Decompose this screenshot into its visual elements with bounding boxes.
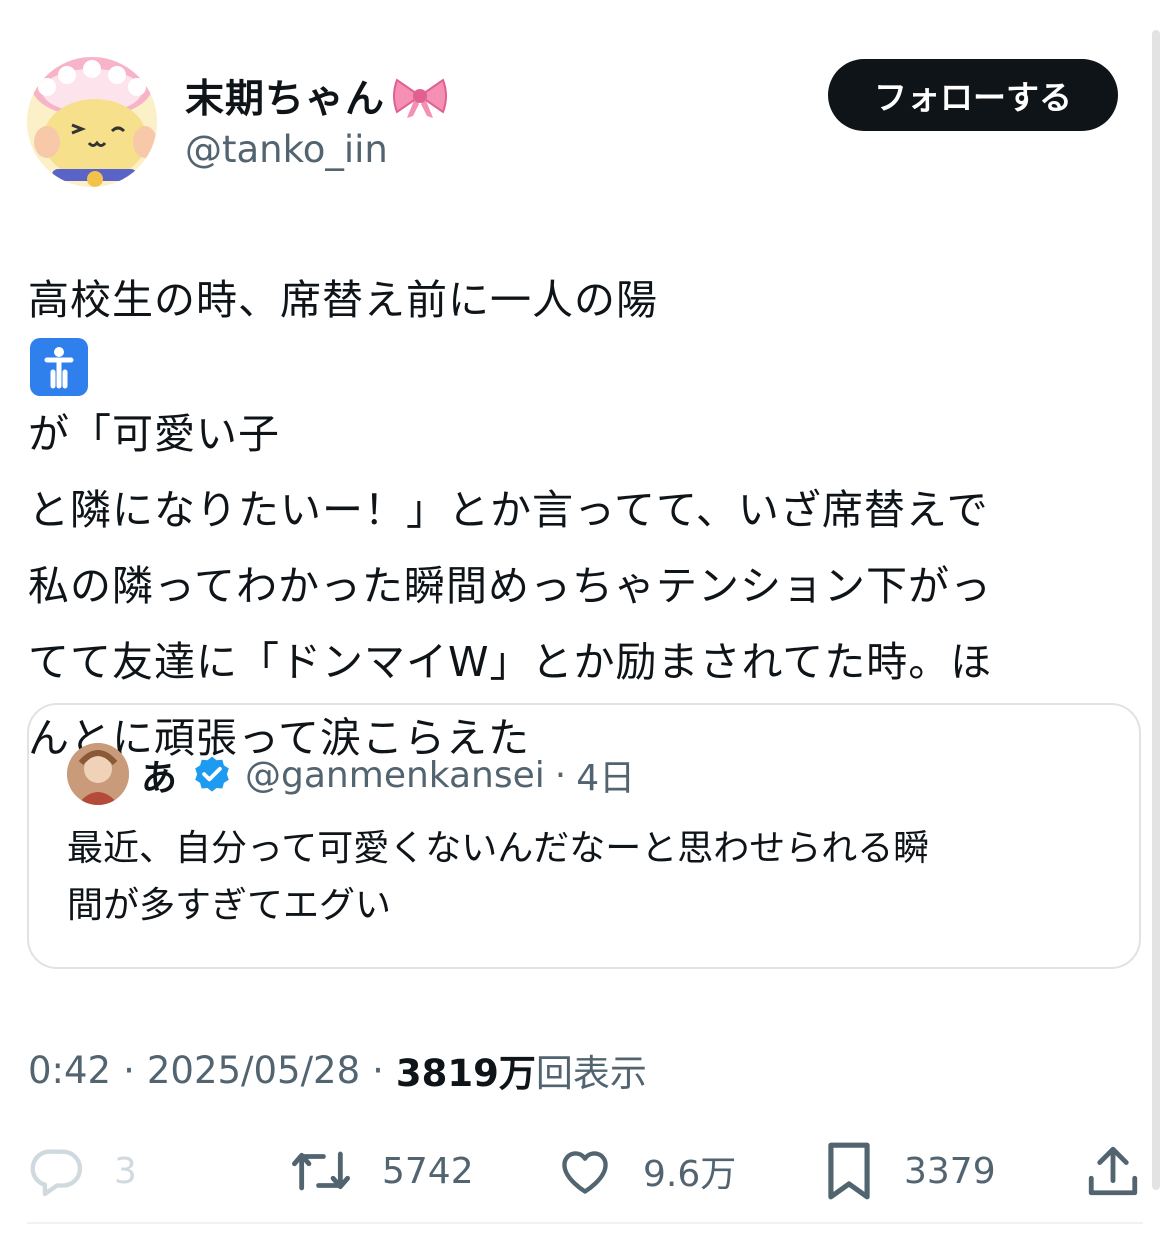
user-handle[interactable]: @tanko_iin [185,128,388,171]
separator-dot: · [554,754,567,796]
reply-icon [30,1149,83,1197]
display-name-row: 末期ちゃん [185,66,449,126]
separator-dot: · [123,1048,135,1092]
profile-avatar[interactable] [27,57,157,187]
bookmark-button[interactable]: 3379 [822,1140,996,1202]
quoted-user-name: あ [141,758,178,799]
quoted-tweet-card[interactable]: あ @ganmenkansei · 4日 最近、自分って可愛くないんだなーと思わ… [27,703,1141,969]
tweet-time[interactable]: 0:42 [28,1049,111,1092]
cat-avatar-image [27,57,157,187]
tweet-date[interactable]: 2025/05/28 [147,1049,360,1092]
retweet-button[interactable]: 5742 [288,1140,474,1202]
divider [27,1222,1143,1224]
separator-dot: · [372,1048,384,1092]
retweet-icon [291,1151,350,1191]
follow-button[interactable]: フォローする [828,59,1118,131]
tweet-meta: 0:42 · 2025/05/28 · 3819万 回表示 [28,1040,647,1100]
views-label: 回表示 [535,1052,647,1095]
tweet-line: 高校生の時、席替え前に一人の陽 が「可愛い子 [28,262,1138,472]
reply-count: 3 [114,1150,137,1192]
ribbon-emoji-icon [391,74,449,118]
tweet-line: と隣になりたいー！」とか言ってて、いざ席替えで [28,486,989,534]
quoted-tweet-line: 間が多すぎてエグい [67,885,392,926]
quoted-tweet-time: 4日 [576,758,636,799]
retweet-count: 5742 [382,1150,474,1192]
like-button[interactable]: 9.6万 [555,1140,736,1202]
quoted-user-handle: @ganmenkansei [245,754,545,796]
share-button[interactable] [1084,1140,1142,1202]
tweet-text: 高校生の時、席替え前に一人の陽 が「可愛い子 と隣になりたいー！」とか言ってて、い… [28,262,1138,776]
heart-icon [562,1151,608,1194]
verified-badge-icon [191,754,233,796]
action-bar: 3 5742 9.6万 3379 [0,1140,1150,1202]
bookmark-icon [828,1142,870,1200]
share-icon [1088,1146,1138,1196]
quoted-tweet-text: 最近、自分って可愛くないんだなーと思わせられる瞬 間が多すぎてエグい [67,820,1107,934]
bookmark-count: 3379 [904,1150,996,1192]
quoted-tweet-header: あ @ganmenkansei · 4日 [141,747,635,803]
display-name[interactable]: 末期ちゃん [185,68,385,124]
reply-button[interactable]: 3 [28,1140,137,1202]
tweet-line: 私の隣ってわかった瞬間めっちゃテンション下がっ [28,562,992,610]
quoted-user-avatar [67,743,129,805]
views-count: 3819万 [395,1052,536,1095]
scrollbar[interactable] [1152,30,1160,1190]
tweet-line-part: が「可愛い子 [28,410,280,458]
tweet-line-part: 高校生の時、席替え前に一人の陽 [28,276,658,324]
person-emoji-icon [30,338,88,396]
tweet-line: てて友達に「ドンマイW」とか励まされてた時。ほ [28,638,993,686]
quoted-tweet-line: 最近、自分って可愛くないんだなーと思わせられる瞬 [67,828,930,869]
like-count: 9.6万 [643,1154,737,1195]
